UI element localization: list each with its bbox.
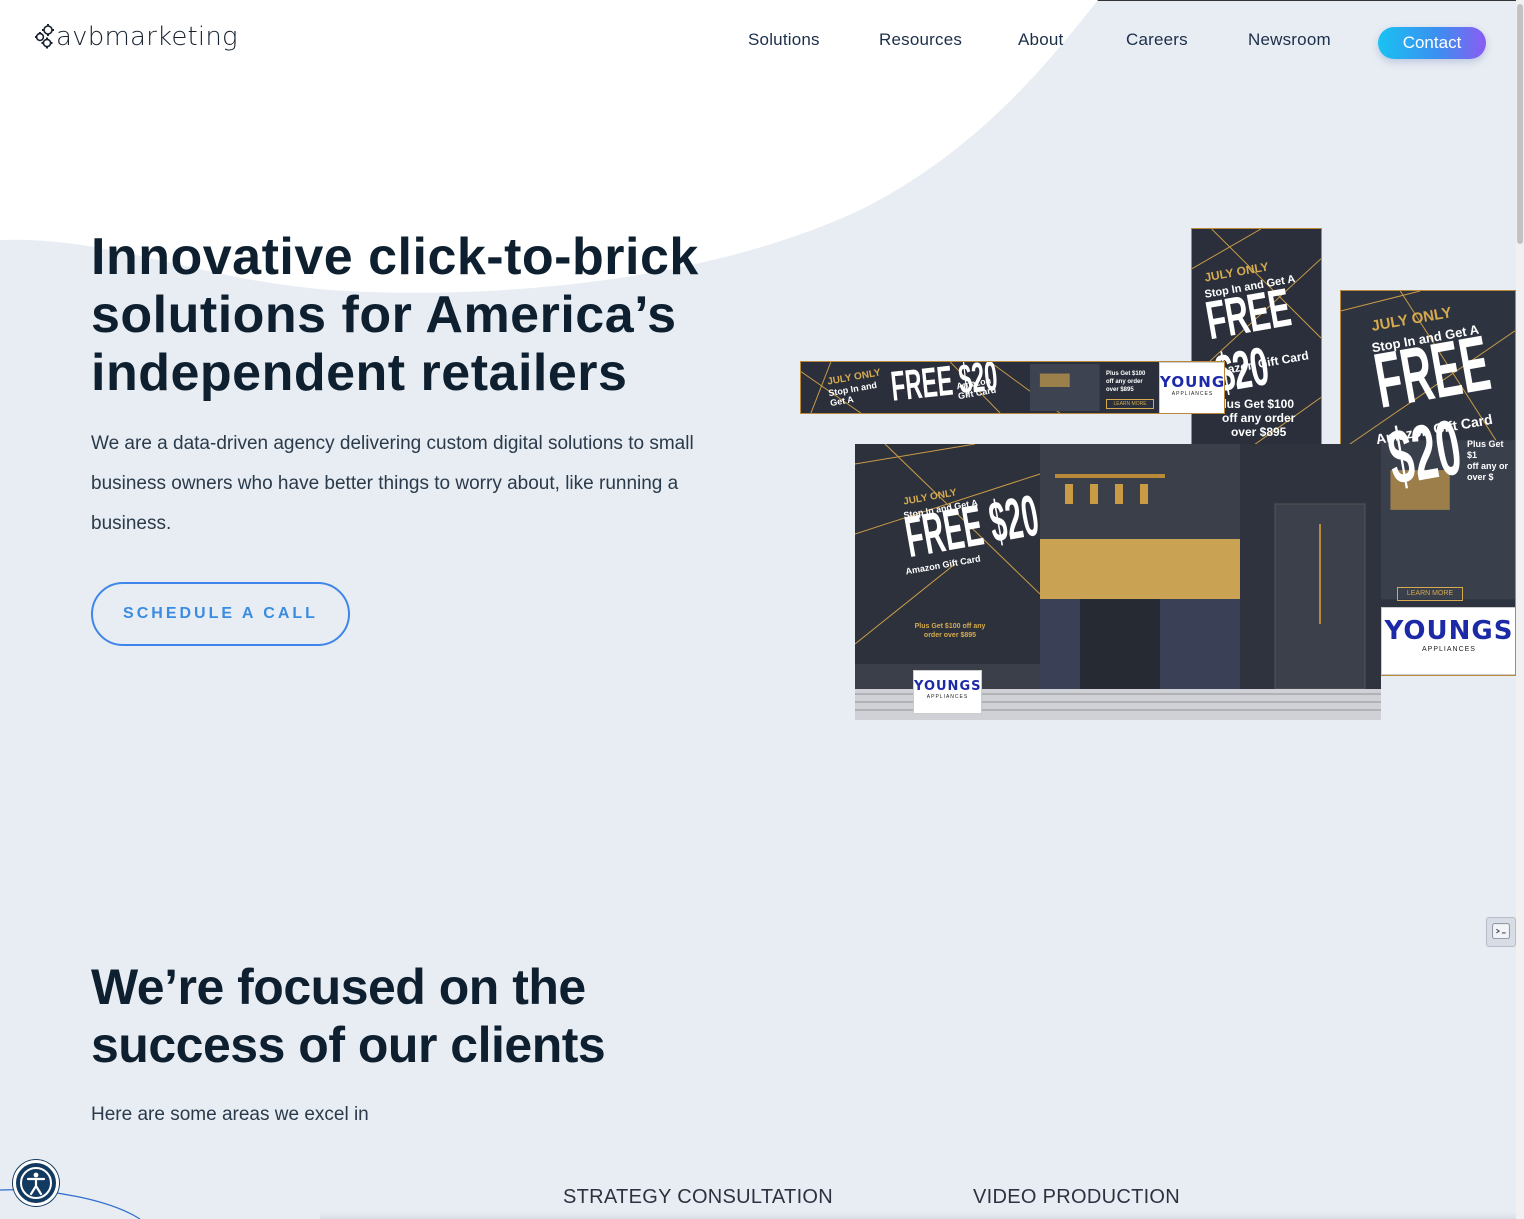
- service-video-production[interactable]: VIDEO PRODUCTION: [973, 1186, 1180, 1209]
- ad-off-any-line: off any order: [1106, 379, 1143, 385]
- ad-over-line: over $: [1467, 472, 1494, 482]
- logo-text: avbmarketing: [56, 22, 238, 52]
- youngs-logo: YOUNGS APPLIANCES: [1159, 362, 1225, 413]
- learn-more-button[interactable]: LEARN MORE: [1397, 587, 1463, 601]
- youngs-logo: YOUNGS APPLIANCES: [913, 670, 982, 714]
- cards-top-shadow: [320, 1212, 1516, 1219]
- ad-plus-get: lus Get $100 off any order over $895: [1222, 397, 1295, 439]
- chat-widget-icon: [1492, 923, 1510, 939]
- section-title-line: success of our clients: [91, 1017, 606, 1073]
- ad-plus-get: Plus Get $100 off any order over $895: [1106, 370, 1145, 394]
- logo[interactable]: avbmarketing: [34, 22, 238, 52]
- ad-plus-get-line: lus Get $100: [1223, 397, 1295, 411]
- ad-collage: JULY ONLY Stop In and Get A FREE $20 Ama…: [800, 228, 1516, 720]
- youngs-logo: YOUNGS APPLIANCES: [1381, 607, 1515, 675]
- ad-plus-get-line: Plus Get $1: [1467, 439, 1504, 460]
- ad-plus-get-line: Plus Get $100: [1106, 371, 1146, 377]
- accessibility-button[interactable]: [13, 1160, 59, 1206]
- service-strategy-consultation[interactable]: STRATEGY CONSULTATION: [563, 1186, 833, 1209]
- nav-solutions[interactable]: Solutions: [748, 30, 820, 50]
- ad-over-line: over $895: [1106, 387, 1134, 393]
- youngs-sub: APPLIANCES: [926, 694, 969, 700]
- youngs-sub: APPLIANCES: [1422, 646, 1476, 653]
- ad-kitchen: JULY ONLY Stop In and Get A FREE $20 Ama…: [855, 444, 1381, 720]
- ad-plus-get: Plus Get $100 off any order over $895: [914, 623, 986, 639]
- scrollbar-thumb[interactable]: [1517, 4, 1523, 244]
- ad-off-any-line: off any order: [1222, 411, 1296, 425]
- chat-widget-button[interactable]: [1486, 917, 1516, 947]
- ad-free-word: FREE: [888, 361, 955, 410]
- ad-leaderboard: JULY ONLY Stop In and Get A FREE $20 Amaz…: [800, 361, 1225, 414]
- section-title: We’re focused on the success of our clie…: [91, 958, 651, 1074]
- logo-suffix: marketing: [104, 22, 238, 52]
- contact-button[interactable]: Contact: [1378, 27, 1486, 59]
- hero-description: We are a data-driven agency delivering c…: [91, 433, 694, 534]
- section-subtitle: Here are some areas we excel in: [91, 1104, 369, 1125]
- hero-title-line: solutions for America’s: [91, 286, 677, 344]
- accessibility-icon: [20, 1167, 52, 1199]
- youngs-brand: YOUNGS: [1384, 616, 1514, 646]
- nav-careers[interactable]: Careers: [1126, 30, 1188, 50]
- logo-prefix: avb: [56, 22, 105, 52]
- schedule-call-button[interactable]: SCHEDULE A CALL: [91, 582, 350, 646]
- nav-newsroom[interactable]: Newsroom: [1248, 30, 1331, 50]
- ad-skyscraper: JULY ONLY Stop In and Get A FREE $20 Ama…: [1191, 228, 1322, 448]
- scrollbar[interactable]: [1516, 0, 1524, 1219]
- hero-title: Innovative click-to-brick solutions for …: [91, 228, 731, 402]
- site-header: avbmarketing Solutions Resources About C…: [0, 0, 1516, 86]
- youngs-brand: YOUNGS: [914, 679, 982, 694]
- ad-plus-get: Plus Get $1 off any or over $: [1467, 439, 1515, 483]
- youngs-brand: YOUNGS: [1160, 373, 1225, 391]
- ad-over-line: over $895: [1230, 425, 1287, 439]
- nav-resources[interactable]: Resources: [879, 30, 962, 50]
- learn-more-button[interactable]: LEARN MORE: [1106, 399, 1154, 409]
- section-title-line: We’re focused on the: [91, 959, 586, 1015]
- hero-title-line: Innovative click-to-brick: [91, 228, 699, 286]
- youngs-sub: APPLIANCES: [1171, 391, 1214, 397]
- ad-off-any-line: off any or: [1467, 461, 1509, 471]
- hero-title-line: independent retailers: [91, 344, 628, 402]
- nav-about[interactable]: About: [1018, 30, 1063, 50]
